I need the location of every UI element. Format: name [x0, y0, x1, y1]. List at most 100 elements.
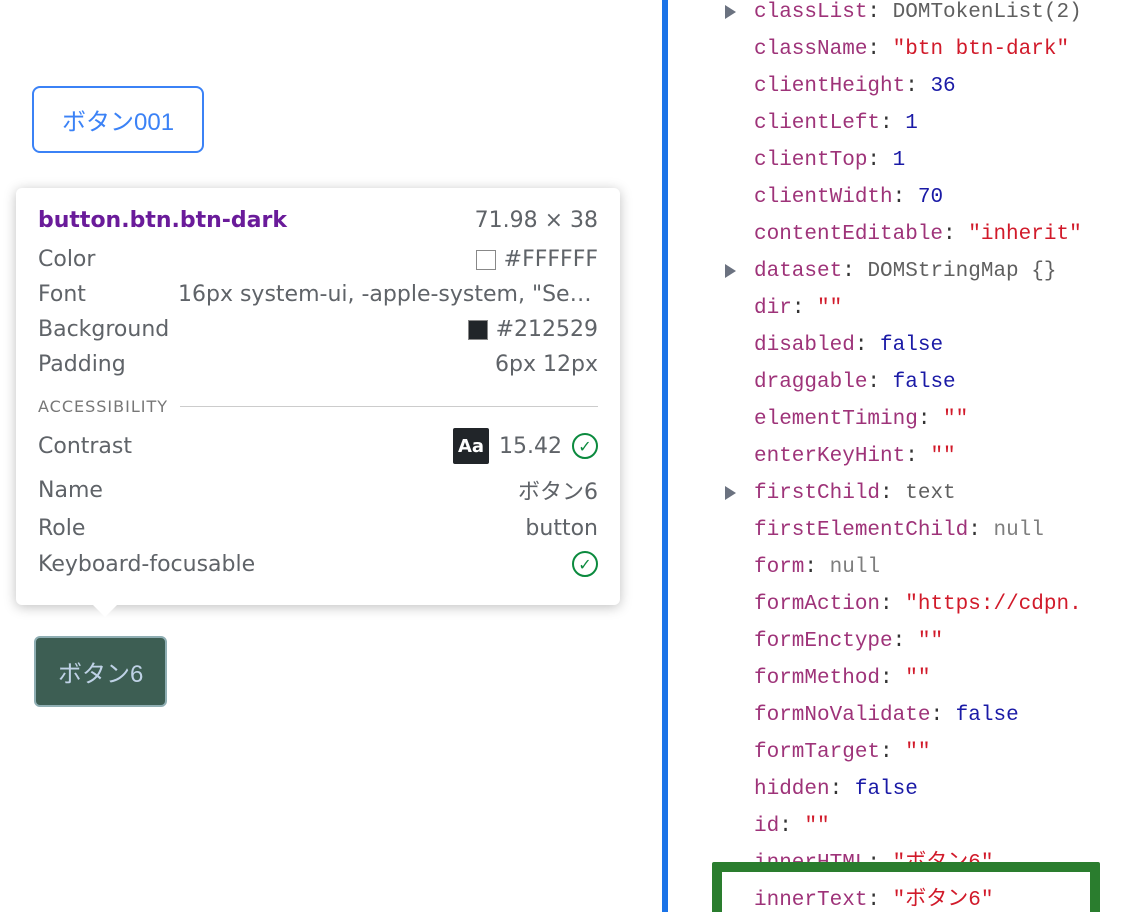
property-row[interactable]: clientLeft: 1	[754, 105, 1130, 142]
property-key: enterKeyHint	[754, 445, 905, 468]
property-value: ""	[804, 815, 829, 838]
color-swatch-icon	[476, 250, 496, 270]
contrast-aa-icon: Aa	[453, 428, 489, 464]
a11y-row-focusable: Keyboard-focusable ✓	[38, 551, 598, 577]
property-key: firstElementChild	[754, 519, 968, 542]
property-value: text	[905, 482, 955, 505]
property-row[interactable]: clientWidth: 70	[754, 179, 1130, 216]
property-value: false	[893, 371, 956, 394]
property-key: contentEditable	[754, 223, 943, 246]
a11y-value: ボタン6	[518, 474, 598, 506]
property-row[interactable]: disabled: false	[754, 327, 1130, 364]
style-row-padding: Padding 6px 12px	[38, 352, 598, 377]
property-value: null	[830, 556, 880, 579]
button-001[interactable]: ボタン001	[32, 86, 204, 153]
element-inspector-tooltip: button.btn.btn-dark 71.98 × 38 Color #FF…	[16, 188, 620, 605]
a11y-value: Aa 15.42 ✓	[453, 428, 598, 464]
expand-arrow-icon[interactable]	[725, 5, 736, 19]
property-key: disabled	[754, 334, 855, 357]
property-key: formNoValidate	[754, 704, 930, 727]
property-value: "inherit"	[968, 223, 1081, 246]
style-label: Background	[38, 317, 169, 342]
property-key: dataset	[754, 260, 842, 283]
property-key: formMethod	[754, 667, 880, 690]
property-row[interactable]: dir: ""	[754, 290, 1130, 327]
style-row-color: Color #FFFFFF	[38, 247, 598, 272]
divider-line	[180, 406, 598, 407]
property-row[interactable]: elementTiming: ""	[754, 401, 1130, 438]
property-key: clientTop	[754, 149, 867, 172]
property-key: classList	[754, 1, 867, 24]
property-key: form	[754, 556, 804, 579]
style-label: Padding	[38, 352, 126, 377]
a11y-label: Name	[38, 478, 103, 503]
expand-arrow-icon[interactable]	[725, 486, 736, 500]
property-key: firstChild	[754, 482, 880, 505]
style-label: Font	[38, 282, 86, 307]
devtools-properties-pane[interactable]: classList: DOMTokenList(2)className: "bt…	[668, 0, 1130, 912]
property-key: id	[754, 815, 779, 838]
style-value: #212529	[468, 317, 598, 342]
style-row-background: Background #212529	[38, 317, 598, 342]
button-6[interactable]: ボタン6	[34, 636, 167, 707]
property-row[interactable]: classList: DOMTokenList(2)	[754, 0, 1130, 31]
property-row[interactable]: hidden: false	[754, 771, 1130, 808]
property-value: false	[855, 778, 918, 801]
property-row[interactable]: firstElementChild: null	[754, 512, 1130, 549]
color-swatch-icon	[468, 320, 488, 340]
property-value: ""	[905, 667, 930, 690]
inspected-dimensions: 71.98 × 38	[475, 208, 598, 233]
property-key: elementTiming	[754, 408, 918, 431]
a11y-row-role: Role button	[38, 516, 598, 541]
a11y-label: Contrast	[38, 434, 132, 459]
checkmark-icon: ✓	[572, 551, 598, 577]
property-value: false	[956, 704, 1019, 727]
property-row[interactable]: dataset: DOMStringMap {}	[754, 253, 1130, 290]
style-label: Color	[38, 247, 95, 272]
property-row[interactable]: formMethod: ""	[754, 660, 1130, 697]
property-row[interactable]: draggable: false	[754, 364, 1130, 401]
property-key: clientWidth	[754, 186, 893, 209]
property-key: className	[754, 38, 867, 61]
property-row[interactable]: className: "btn btn-dark"	[754, 31, 1130, 68]
property-value: DOMTokenList(2)	[893, 1, 1082, 24]
style-value: 16px system-ui, -apple-system, "Segoe U.…	[178, 282, 598, 307]
property-row[interactable]: clientHeight: 36	[754, 68, 1130, 105]
style-row-font: Font 16px system-ui, -apple-system, "Seg…	[38, 282, 598, 307]
highlight-box	[712, 862, 1100, 912]
property-row[interactable]: formAction: "https://cdpn.	[754, 586, 1130, 623]
property-row[interactable]: form: null	[754, 549, 1130, 586]
style-value: 6px 12px	[495, 352, 598, 377]
property-row[interactable]: id: ""	[754, 808, 1130, 845]
accessibility-section-header: ACCESSIBILITY	[38, 397, 598, 416]
property-key: clientHeight	[754, 75, 905, 98]
property-value: DOMStringMap {}	[867, 260, 1056, 283]
a11y-value: button	[525, 516, 598, 541]
property-value: null	[993, 519, 1043, 542]
property-key: hidden	[754, 778, 830, 801]
a11y-row-name: Name ボタン6	[38, 474, 598, 506]
property-value: ""	[817, 297, 842, 320]
expand-arrow-icon[interactable]	[725, 264, 736, 278]
a11y-row-contrast: Contrast Aa 15.42 ✓	[38, 428, 598, 464]
property-key: clientLeft	[754, 112, 880, 135]
property-key: draggable	[754, 371, 867, 394]
property-key: formEnctype	[754, 630, 893, 653]
property-row[interactable]: enterKeyHint: ""	[754, 438, 1130, 475]
property-value: 1	[893, 149, 906, 172]
property-row[interactable]: firstChild: text	[754, 475, 1130, 512]
style-value: #FFFFFF	[476, 247, 598, 272]
tooltip-arrow-icon	[91, 603, 119, 617]
page-preview-pane: ボタン001 button.btn.btn-dark 71.98 × 38 Co…	[0, 0, 662, 912]
property-row[interactable]: formEnctype: ""	[754, 623, 1130, 660]
a11y-label: Role	[38, 516, 85, 541]
inspected-selector: button.btn.btn-dark	[38, 208, 287, 233]
property-row[interactable]: clientTop: 1	[754, 142, 1130, 179]
property-value: ""	[905, 741, 930, 764]
property-row[interactable]: contentEditable: "inherit"	[754, 216, 1130, 253]
property-value: "btn btn-dark"	[893, 38, 1069, 61]
property-value: ""	[943, 408, 968, 431]
property-row[interactable]: formNoValidate: false	[754, 697, 1130, 734]
property-row[interactable]: formTarget: ""	[754, 734, 1130, 771]
property-value: 1	[905, 112, 918, 135]
